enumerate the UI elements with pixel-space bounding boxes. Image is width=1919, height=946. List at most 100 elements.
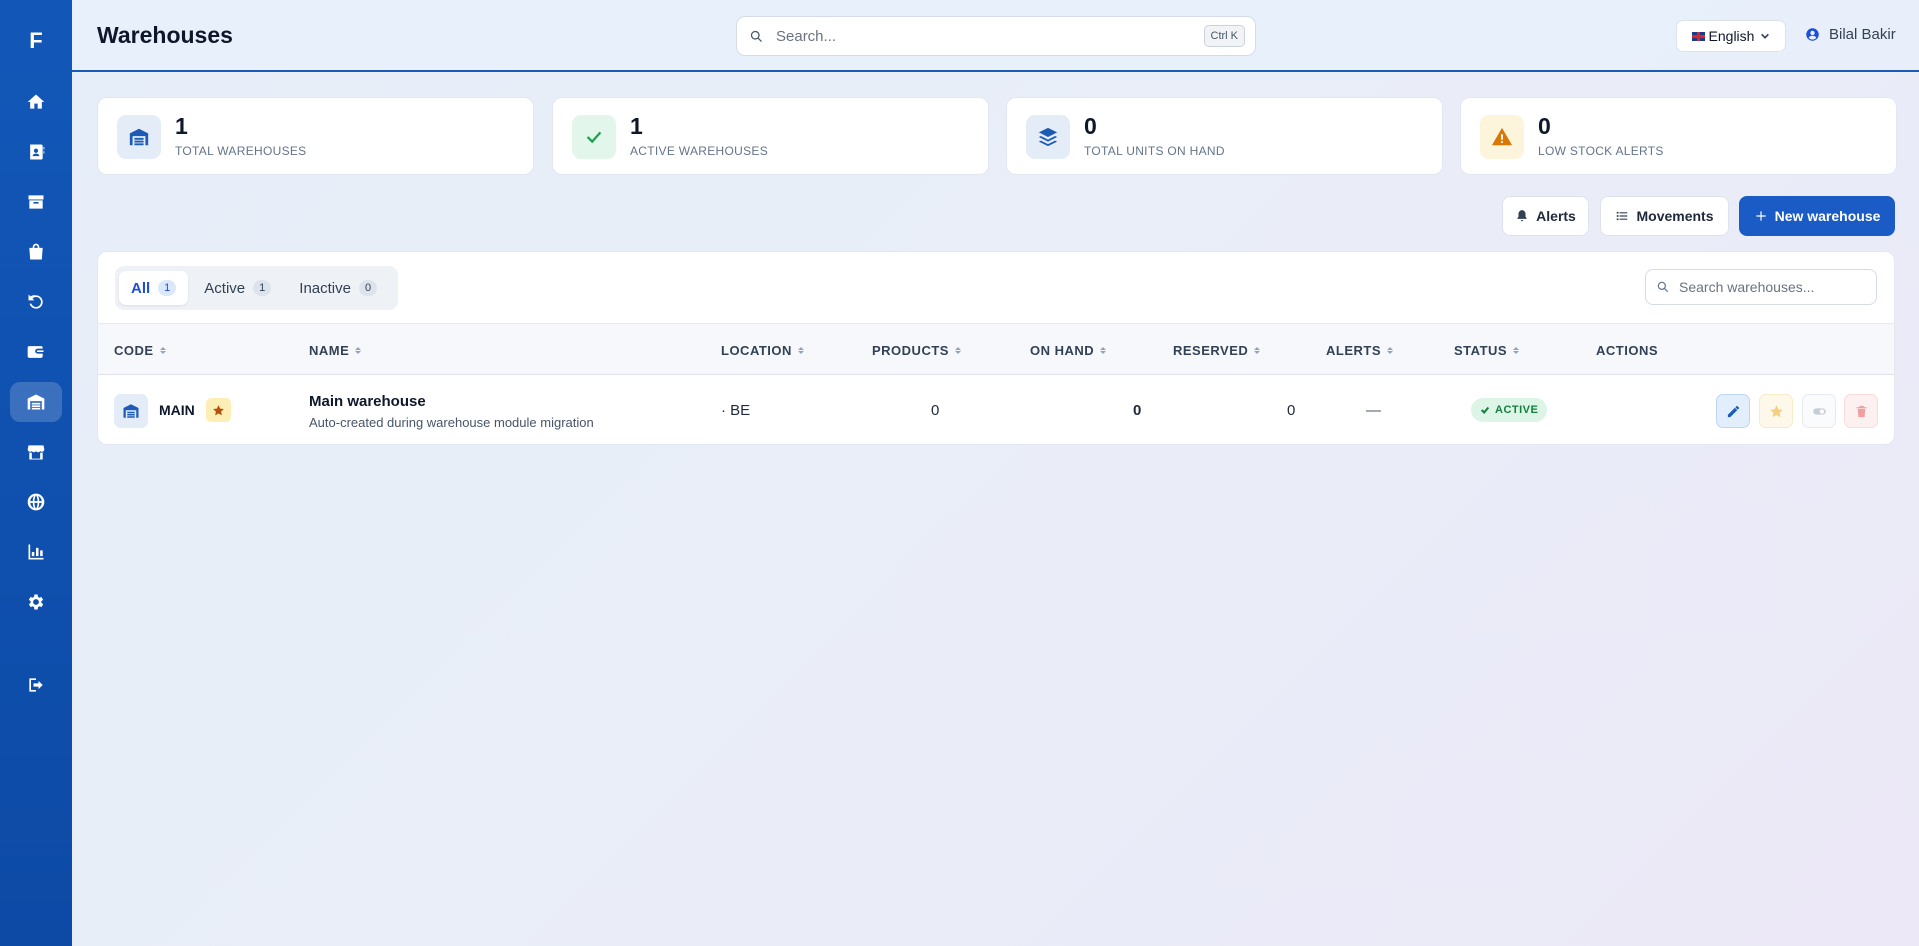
column-header-location[interactable]: LOCATION xyxy=(721,343,804,358)
chart-icon xyxy=(28,544,44,560)
sort-icon xyxy=(355,347,362,354)
tab-active[interactable]: Active 1 xyxy=(192,271,283,305)
sidebar-item-warehouses[interactable] xyxy=(10,382,62,422)
search-icon xyxy=(750,30,762,42)
column-header-actions: ACTIONS xyxy=(1596,343,1658,358)
sidebar-nav xyxy=(10,82,62,632)
language-selector[interactable]: English xyxy=(1676,20,1786,52)
tab-count: 1 xyxy=(158,280,177,296)
sort-icon xyxy=(1387,347,1393,354)
sidebar-item-orders[interactable] xyxy=(10,232,62,272)
logout-button[interactable] xyxy=(10,665,62,705)
stat-label: ACTIVE WAREHOUSES xyxy=(630,144,769,158)
warning-icon xyxy=(1491,127,1513,146)
global-search-input[interactable] xyxy=(776,27,1204,45)
column-header-alerts[interactable]: ALERTS xyxy=(1326,343,1393,358)
status-filter-tabs: All 1 Active 1 Inactive 0 xyxy=(115,266,398,310)
stat-value: 1 xyxy=(630,113,643,139)
alerts-button-label: Alerts xyxy=(1536,208,1576,224)
warehouse-icon xyxy=(123,404,139,418)
column-header-on-hand[interactable]: ON HAND xyxy=(1030,343,1107,358)
tab-count: 0 xyxy=(358,280,378,296)
new-warehouse-button[interactable]: New warehouse xyxy=(1739,196,1895,236)
tab-label: Active xyxy=(204,279,246,297)
sort-icon xyxy=(159,347,166,354)
default-warehouse-badge xyxy=(206,398,231,422)
column-header-label: RESERVED xyxy=(1173,343,1249,358)
column-header-label: ACTIONS xyxy=(1596,343,1658,358)
sort-icon xyxy=(1513,347,1520,354)
column-header-code[interactable]: CODE xyxy=(114,343,166,358)
toggle-active-button[interactable] xyxy=(1802,394,1836,428)
warehouse-name[interactable]: Main warehouse xyxy=(309,393,426,410)
stat-value: 0 xyxy=(1084,113,1097,139)
alerts-button[interactable]: Alerts xyxy=(1502,196,1589,236)
stat-label: TOTAL WAREHOUSES xyxy=(175,144,307,158)
stat-value: 0 xyxy=(1538,113,1551,139)
sort-icon xyxy=(1254,347,1261,354)
new-warehouse-button-label: New warehouse xyxy=(1774,208,1881,224)
sidebar-item-home[interactable] xyxy=(10,82,62,122)
chevron-down-icon xyxy=(1761,33,1770,39)
sidebar-item-contacts[interactable] xyxy=(10,132,62,172)
check-icon xyxy=(1480,406,1490,415)
app-logo[interactable]: F xyxy=(29,26,42,56)
movements-button[interactable]: Movements xyxy=(1600,196,1729,236)
delete-button[interactable] xyxy=(1844,394,1878,428)
stats-row: 1 TOTAL WAREHOUSES 1 ACTIVE WAREHOUSES 0… xyxy=(97,97,1897,175)
globe-icon xyxy=(27,493,45,511)
warehouse-location: · BE xyxy=(721,402,751,419)
stat-label: LOW STOCK ALERTS xyxy=(1538,144,1664,158)
user-circle-icon xyxy=(1806,28,1819,41)
stat-low-stock: 0 LOW STOCK ALERTS xyxy=(1460,97,1897,175)
layers-icon xyxy=(1038,127,1058,147)
tab-all[interactable]: All 1 xyxy=(119,271,189,305)
store-icon xyxy=(27,445,45,460)
column-header-status[interactable]: STATUS xyxy=(1454,343,1520,358)
stat-icon-wrap xyxy=(1026,115,1070,159)
check-icon xyxy=(586,131,602,144)
sidebar-item-finance[interactable] xyxy=(10,332,62,372)
sidebar-item-channels[interactable] xyxy=(10,482,62,522)
uk-flag-icon xyxy=(1691,31,1705,41)
tab-label: Inactive xyxy=(299,279,351,297)
sidebar-item-returns[interactable] xyxy=(10,282,62,322)
set-default-button[interactable] xyxy=(1759,394,1793,428)
tab-count: 1 xyxy=(253,280,272,296)
column-header-label: ON HAND xyxy=(1030,343,1095,358)
sidebar-item-settings[interactable] xyxy=(10,582,62,622)
warehouse-products: 0 xyxy=(931,402,940,419)
list-icon xyxy=(1617,211,1628,221)
search-shortcut-hint: Ctrl K xyxy=(1203,25,1245,47)
global-search[interactable]: Ctrl K xyxy=(736,16,1256,56)
column-header-products[interactable]: PRODUCTS xyxy=(872,343,961,358)
tab-inactive[interactable]: Inactive 0 xyxy=(287,271,389,305)
stat-total-units: 0 TOTAL UNITS ON HAND xyxy=(1006,97,1443,175)
sidebar: F xyxy=(0,0,72,946)
sidebar-item-inventory[interactable] xyxy=(10,182,62,222)
movements-button-label: Movements xyxy=(1636,208,1714,224)
sidebar-item-stores[interactable] xyxy=(10,432,62,472)
sort-icon xyxy=(1100,347,1107,354)
toggle-icon xyxy=(1812,407,1826,415)
column-header-label: STATUS xyxy=(1454,343,1508,358)
box-icon xyxy=(28,195,44,209)
warehouse-search[interactable] xyxy=(1645,269,1877,305)
stat-total-warehouses: 1 TOTAL WAREHOUSES xyxy=(97,97,534,175)
warehouses-card: All 1 Active 1 Inactive 0 CODE NAME LOCA… xyxy=(97,251,1895,445)
column-header-reserved[interactable]: RESERVED xyxy=(1173,343,1261,358)
stat-label: TOTAL UNITS ON HAND xyxy=(1084,144,1225,158)
edit-button[interactable] xyxy=(1716,394,1750,428)
table-row[interactable]: MAIN Main warehouse Auto-created during … xyxy=(98,375,1894,444)
user-menu[interactable]: Bilal Bakir xyxy=(1805,26,1896,43)
stat-icon-wrap xyxy=(1480,115,1524,159)
warehouse-search-input[interactable] xyxy=(1679,279,1859,295)
tab-label: All xyxy=(131,279,151,297)
address-book-icon xyxy=(30,144,45,160)
wallet-icon xyxy=(27,346,44,358)
sidebar-item-reports[interactable] xyxy=(10,532,62,572)
sort-icon xyxy=(797,347,804,354)
column-header-name[interactable]: NAME xyxy=(309,343,362,358)
column-header-label: CODE xyxy=(114,343,154,358)
warehouse-on-hand: 0 xyxy=(1133,402,1142,419)
